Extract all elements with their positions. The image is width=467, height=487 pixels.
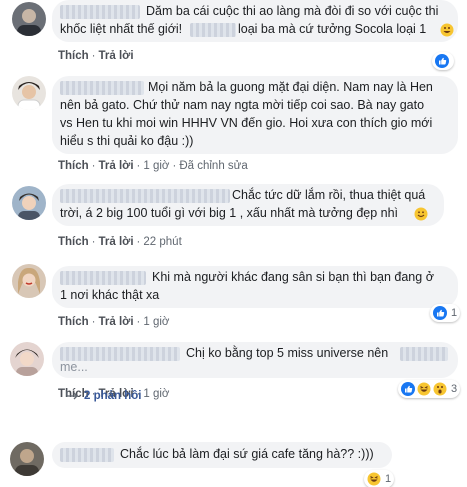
like-reaction-icon: [401, 382, 415, 396]
comment-text: Chị ko bằng top 5 miss universe nên: [186, 346, 389, 360]
view-replies-link[interactable]: 2 phản hồi: [66, 390, 142, 402]
timestamp[interactable]: 22 phút: [143, 236, 181, 248]
comment-text: Chắc tức dữ lắm rồi, thua thiệt quá: [232, 188, 426, 202]
timestamp[interactable]: 1 giờ: [143, 388, 169, 400]
comment-actions: Thích · Trả lời: [58, 50, 134, 62]
haha-reaction-icon: [417, 382, 431, 396]
like-reaction-icon: [435, 54, 449, 68]
haha-reaction-icon: [367, 472, 381, 486]
comment-text: loại ba mà cứ tưởng Socola loại 1: [238, 22, 427, 36]
reaction-summary[interactable]: 1: [430, 304, 461, 322]
avatar[interactable]: [10, 442, 44, 476]
like-link[interactable]: Thích: [58, 160, 89, 172]
commenter-name[interactable]: [60, 5, 140, 19]
comment-text: Chắc lúc bả làm đại sứ giá cafe tăng hà?…: [120, 447, 374, 461]
comment-text: Dăm ba cái cuộc thi ao làng mà đòi đi so…: [146, 4, 439, 18]
reaction-summary[interactable]: 1: [364, 470, 395, 487]
comment-text: Khi mà người khác đang sân si bạn thì bạ…: [152, 270, 434, 284]
blurred-text: [400, 347, 448, 361]
like-reaction-icon: [433, 306, 447, 320]
reply-arrow-icon: [66, 391, 78, 400]
timestamp[interactable]: 1 giờ: [143, 316, 169, 328]
reaction-count: 1: [451, 307, 458, 319]
commenter-name[interactable]: [60, 271, 146, 285]
commenter-name[interactable]: [60, 81, 144, 95]
commenter-name[interactable]: [60, 189, 230, 203]
comment-text: khốc liệt nhất thế giới!: [60, 22, 183, 36]
avatar[interactable]: [12, 264, 46, 298]
avatar[interactable]: [12, 186, 46, 220]
like-link[interactable]: Thích: [58, 236, 89, 248]
reaction-summary[interactable]: 3: [398, 380, 461, 398]
blurred-text: [190, 23, 236, 37]
comment-text: hiểu s thi quải ko đậu :)): [60, 134, 194, 148]
comment-text: mẹ...: [60, 360, 88, 371]
comment-text: nên bả gato. Chứ thử nam nay ngta mời ti…: [60, 98, 425, 112]
replies-count-label: 2 phản hồi: [84, 390, 142, 402]
edited-label[interactable]: Đã chỉnh sửa: [179, 160, 247, 172]
avatar[interactable]: [12, 76, 46, 110]
timestamp[interactable]: 1 giờ: [143, 160, 169, 172]
reply-link[interactable]: Trả lời: [99, 316, 134, 328]
comment-text: Mọi năm bả la guong mặt đại diện. Nam na…: [148, 80, 433, 94]
wow-reaction-icon: [433, 382, 447, 396]
avatar[interactable]: [12, 2, 46, 36]
avatar[interactable]: [10, 342, 44, 376]
reply-link[interactable]: Trả lời: [99, 236, 134, 248]
like-link[interactable]: Thích: [58, 50, 89, 62]
comment-actions: Thích · Trả lời · 1 giờ: [58, 316, 170, 328]
comment-text: 1 nơi khác thật xa: [60, 288, 160, 302]
like-link[interactable]: Thích: [58, 316, 89, 328]
reply-link[interactable]: Trả lời: [99, 50, 134, 62]
comment-actions: Thích · Trả lời · 22 phút: [58, 236, 182, 248]
comment-actions: Thích · Trả lời · 1 giờ · Đã chỉnh sửa: [58, 160, 248, 172]
reaction-count: 1: [385, 473, 392, 485]
commenter-name[interactable]: [60, 448, 114, 462]
reply-link[interactable]: Trả lời: [99, 160, 134, 172]
smile-emoji-icon: [414, 207, 428, 221]
grin-emoji-icon: [440, 23, 454, 37]
reaction-count: 3: [451, 383, 458, 395]
comment-text: vs Hen tu khi moi win HHHV VN đến gio. H…: [60, 116, 433, 130]
comment-text: trời, á 2 big 100 tuổi gì với big 1 , xấ…: [60, 206, 399, 220]
